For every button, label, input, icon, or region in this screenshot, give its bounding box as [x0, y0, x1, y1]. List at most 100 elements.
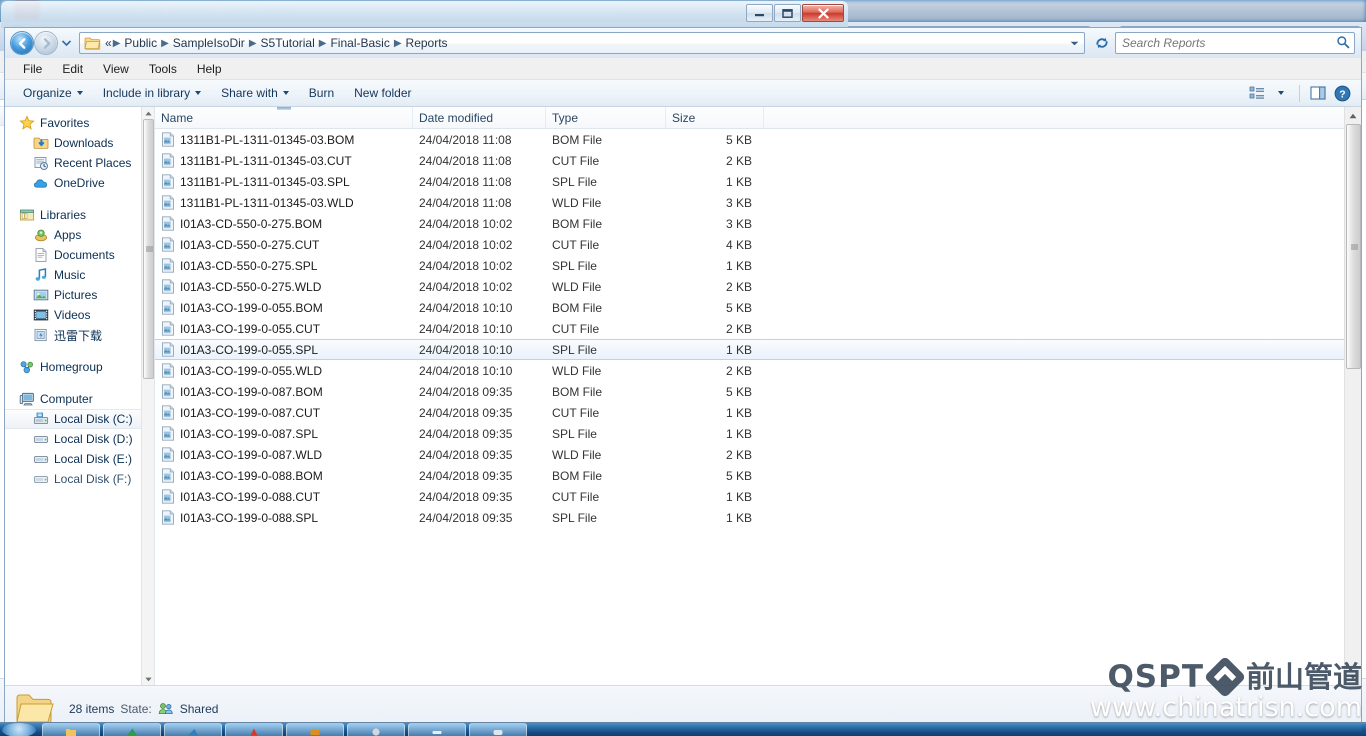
file-name-cell[interactable]: I01A3-CD-550-0-275.SPL: [155, 258, 413, 273]
navpane-scrollbar[interactable]: [141, 107, 154, 608]
taskbar[interactable]: [0, 722, 1366, 736]
nav-item-documents[interactable]: Documents: [5, 245, 154, 265]
file-name-cell[interactable]: I01A3-CO-199-0-087.BOM: [155, 384, 413, 399]
column-header-date-modified[interactable]: Date modified: [413, 107, 546, 128]
nav-item-local-disk-d[interactable]: Local Disk (D:): [5, 429, 154, 449]
nav-item-local-disk-c[interactable]: Local Disk (C:): [5, 409, 154, 429]
recent-pages-dropdown[interactable]: [59, 32, 73, 54]
table-row[interactable]: I01A3-CD-550-0-275.BOM24/04/2018 10:02BO…: [155, 213, 849, 234]
nav-item-videos[interactable]: Videos: [5, 305, 154, 325]
table-row[interactable]: I01A3-CO-199-0-055.CUT24/04/2018 10:10CU…: [155, 318, 849, 339]
table-row[interactable]: I01A3-CO-199-0-055.WLD24/04/2018 10:10WL…: [155, 360, 849, 381]
column-header-size[interactable]: Size: [666, 107, 764, 128]
taskbar-item-3[interactable]: [164, 723, 222, 736]
file-name-cell[interactable]: I01A3-CO-199-0-055.SPL: [155, 342, 413, 357]
table-row[interactable]: 1311B1-PL-1311-01345-03.BOM24/04/2018 11…: [155, 129, 849, 150]
table-row[interactable]: I01A3-CD-550-0-275.SPL24/04/2018 10:02SP…: [155, 255, 849, 276]
menu-file[interactable]: File: [13, 60, 52, 78]
breadcrumb-item-4[interactable]: Reports: [403, 34, 451, 52]
breadcrumb-item-0[interactable]: Public: [121, 34, 160, 52]
table-row[interactable]: I01A3-CO-199-0-055.SPL24/04/2018 10:10SP…: [155, 339, 849, 360]
menu-view[interactable]: View: [93, 60, 139, 78]
file-name-cell[interactable]: I01A3-CO-199-0-087.CUT: [155, 405, 413, 420]
table-row[interactable]: I01A3-CO-199-0-087.CUT24/04/2018 09:35CU…: [155, 402, 849, 423]
close-button[interactable]: [802, 4, 844, 22]
breadcrumb-overflow-icon[interactable]: «: [102, 34, 112, 52]
back-button[interactable]: [11, 32, 33, 54]
burn-button[interactable]: Burn: [299, 83, 344, 103]
file-name-cell[interactable]: I01A3-CD-550-0-275.BOM: [155, 216, 413, 231]
table-row[interactable]: I01A3-CO-199-0-087.WLD24/04/2018 09:35WL…: [155, 444, 849, 465]
breadcrumb-item-1[interactable]: SampleIsoDir: [170, 34, 248, 52]
taskbar-item-4[interactable]: [225, 723, 283, 736]
nav-item-local-disk-e[interactable]: Local Disk (E:): [5, 449, 154, 469]
file-name-cell[interactable]: I01A3-CD-550-0-275.CUT: [155, 237, 413, 252]
file-name-cell[interactable]: I01A3-CO-199-0-087.WLD: [155, 447, 413, 462]
menu-tools[interactable]: Tools: [139, 60, 187, 78]
table-row[interactable]: I01A3-CO-199-0-087.SPL24/04/2018 09:35SP…: [155, 423, 849, 444]
file-name-cell[interactable]: I01A3-CO-199-0-088.CUT: [155, 489, 413, 504]
table-row[interactable]: I01A3-CO-199-0-088.SPL24/04/2018 09:35SP…: [155, 507, 849, 528]
file-name-cell[interactable]: 1311B1-PL-1311-01345-03.CUT: [155, 153, 413, 168]
table-row[interactable]: I01A3-CO-199-0-088.BOM24/04/2018 09:35BO…: [155, 465, 849, 486]
nav-group-computer[interactable]: Computer: [5, 389, 154, 409]
table-row[interactable]: 1311B1-PL-1311-01345-03.WLD24/04/2018 11…: [155, 192, 849, 213]
nav-item-onedrive[interactable]: OneDrive: [5, 173, 154, 193]
nav-item-pictures[interactable]: Pictures: [5, 285, 154, 305]
column-header-name[interactable]: Name: [155, 107, 413, 128]
table-row[interactable]: I01A3-CD-550-0-275.CUT24/04/2018 10:02CU…: [155, 234, 849, 255]
file-list-pane[interactable]: Name Date modified Type Size 1311B1-PL-1…: [155, 107, 849, 608]
taskbar-item-1[interactable]: [42, 723, 100, 736]
breadcrumb-item-2[interactable]: S5Tutorial: [258, 34, 318, 52]
nav-item-music[interactable]: Music: [5, 265, 154, 285]
organize-button[interactable]: Organize: [13, 83, 93, 103]
taskbar-item-5[interactable]: [286, 723, 344, 736]
navpane-scroll-up-arrow[interactable]: [142, 107, 154, 119]
file-name-cell[interactable]: I01A3-CO-199-0-088.SPL: [155, 510, 413, 525]
maximize-button[interactable]: [774, 4, 801, 22]
file-name-cell[interactable]: I01A3-CO-199-0-087.SPL: [155, 426, 413, 441]
column-header-type[interactable]: Type: [546, 107, 666, 128]
file-name-cell[interactable]: 1311B1-PL-1311-01345-03.SPL: [155, 174, 413, 189]
taskbar-item-7[interactable]: [408, 723, 466, 736]
file-name-cell[interactable]: I01A3-CO-199-0-088.BOM: [155, 468, 413, 483]
new-folder-button[interactable]: New folder: [344, 83, 421, 103]
breadcrumb-item-3[interactable]: Final-Basic: [327, 34, 392, 52]
nav-item-apps[interactable]: Apps: [5, 225, 154, 245]
share-with-button[interactable]: Share with: [211, 83, 299, 103]
taskbar-item-8[interactable]: [469, 723, 527, 736]
nav-group-homegroup[interactable]: Homegroup: [5, 357, 154, 377]
inner-navigation-pane[interactable]: Favorites Downloads Recent Places OneDri…: [5, 107, 155, 608]
forward-button[interactable]: [35, 32, 57, 54]
file-name-cell[interactable]: I01A3-CO-199-0-055.WLD: [155, 363, 413, 378]
file-name-cell[interactable]: I01A3-CO-199-0-055.BOM: [155, 300, 413, 315]
table-row[interactable]: 1311B1-PL-1311-01345-03.SPL24/04/2018 11…: [155, 171, 849, 192]
menu-edit[interactable]: Edit: [52, 60, 93, 78]
nav-item-local-disk-f[interactable]: Local Disk (F:): [5, 469, 154, 489]
table-row[interactable]: I01A3-CD-550-0-275.WLD24/04/2018 10:02WL…: [155, 276, 849, 297]
taskbar-item-6[interactable]: [347, 723, 405, 736]
navpane-scroll-thumb[interactable]: [143, 119, 154, 379]
file-name-cell[interactable]: 1311B1-PL-1311-01345-03.WLD: [155, 195, 413, 210]
table-row[interactable]: 1311B1-PL-1311-01345-03.CUT24/04/2018 11…: [155, 150, 849, 171]
file-name-cell[interactable]: I01A3-CO-199-0-055.CUT: [155, 321, 413, 336]
table-row[interactable]: I01A3-CO-199-0-088.CUT24/04/2018 09:35CU…: [155, 486, 849, 507]
explorer-window-inner[interactable]: « ▶ Public ▶ SampleIsoDir ▶ S5Tutorial ▶…: [0, 0, 849, 608]
include-in-library-button[interactable]: Include in library: [93, 83, 211, 103]
file-name-cell[interactable]: 1311B1-PL-1311-01345-03.BOM: [155, 132, 413, 147]
nav-group-favorites[interactable]: Favorites: [5, 113, 154, 133]
menu-help[interactable]: Help: [187, 60, 232, 78]
table-row[interactable]: I01A3-CO-199-0-087.BOM24/04/2018 09:35BO…: [155, 381, 849, 402]
file-name-cell[interactable]: I01A3-CD-550-0-275.WLD: [155, 279, 413, 294]
inner-title-bar[interactable]: [1, 1, 848, 28]
minimize-button[interactable]: [746, 4, 773, 22]
start-button[interactable]: [2, 723, 36, 736]
inner-breadcrumb-bar[interactable]: « ▶ Public ▶ SampleIsoDir ▶ S5Tutorial ▶…: [79, 32, 849, 54]
nav-item-thunder-download[interactable]: 迅雷下载: [5, 325, 154, 345]
taskbar-item-2[interactable]: [103, 723, 161, 736]
table-row[interactable]: I01A3-CO-199-0-055.BOM24/04/2018 10:10BO…: [155, 297, 849, 318]
file-rows-container[interactable]: 1311B1-PL-1311-01345-03.BOM24/04/2018 11…: [155, 129, 849, 608]
nav-item-downloads[interactable]: Downloads: [5, 133, 154, 153]
nav-group-libraries[interactable]: Libraries: [5, 205, 154, 225]
nav-item-recent-places[interactable]: Recent Places: [5, 153, 154, 173]
